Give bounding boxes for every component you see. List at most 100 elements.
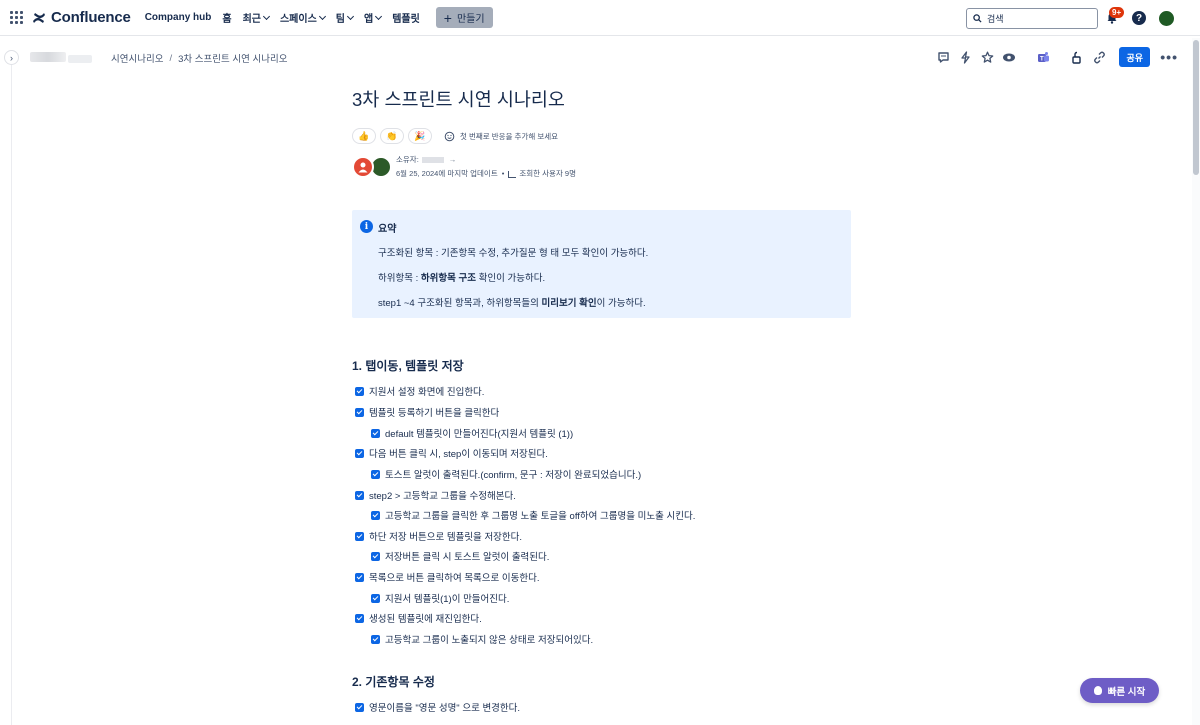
breadcrumb-item[interactable]: 시연시나리오 <box>111 51 163 65</box>
reaction-thumbs-up[interactable]: 👍 <box>352 128 376 144</box>
sidebar-expand-button[interactable]: › <box>4 50 19 65</box>
reaction-hint: 첫 번째로 반응을 추가해 보세요 <box>460 131 559 141</box>
page-metadata: 소유자: → 6월 25, 2024에 마지막 업데이트 • 조회한 사용자 9명 <box>396 153 576 181</box>
task-text: step2 > 고등학교 그룹을 수정해본다. <box>369 491 516 502</box>
breadcrumb-item[interactable]: 3차 스프린트 시연 시나리오 <box>178 51 287 65</box>
owner-name-redacted[interactable] <box>421 157 444 164</box>
app-switcher-icon[interactable] <box>10 10 24 25</box>
watch-icon[interactable] <box>1001 49 1017 65</box>
task-checkbox[interactable] <box>355 531 364 541</box>
task-text: 토스트 알럿이 출력된다.(confirm, 문구 : 저장이 완료되었습니다.… <box>385 470 642 481</box>
summary-line: step1 ~4 구조화된 항목과, 하위항목들의 미리보기 확인이 가능하다. <box>378 295 646 309</box>
task-checkbox[interactable] <box>371 593 380 603</box>
nav-label: 스페이스 <box>279 14 317 25</box>
teams-icon[interactable]: T <box>1035 49 1051 65</box>
page-content: 3차 스프린트 시연 시나리오 👍 👏 🎉 첫 번째로 반응을 추가해 보세요 … <box>352 86 852 318</box>
owner-label: 소유자: <box>396 155 419 164</box>
task-checkbox[interactable] <box>371 634 380 644</box>
task-item: 영문이름을 "영문 성명" 으로 변경한다. <box>355 700 520 714</box>
task-text: 생성된 템플릿에 재진입한다. <box>369 614 482 625</box>
search-input[interactable]: 검색 <box>966 8 1098 29</box>
quick-start-button[interactable]: 빠른 시작 <box>1080 678 1159 703</box>
lightbulb-icon <box>1093 686 1102 695</box>
task-text: 목록으로 버튼 클릭하여 목록으로 이동한다. <box>369 573 540 584</box>
nav-label: 최근 <box>242 14 261 25</box>
chevron-down-icon <box>375 12 383 20</box>
task-item: 다음 버튼 클릭 시, step이 이동되며 저장된다. <box>355 446 548 460</box>
reactions-bar: 👍 👏 🎉 첫 번째로 반응을 추가해 보세요 <box>352 128 852 144</box>
task-item: 지원서 설정 화면에 진입한다. <box>355 384 484 398</box>
help-icon[interactable]: ? <box>1132 11 1146 25</box>
task-checkbox[interactable] <box>355 572 364 582</box>
task-checkbox[interactable] <box>371 551 380 561</box>
summary-text: 하위항목 : <box>378 273 421 284</box>
more-actions-button[interactable]: ••• <box>1160 49 1178 65</box>
nav-label: 팀 <box>335 14 345 25</box>
nav-home[interactable]: 홈 <box>222 10 231 25</box>
task-checkbox[interactable] <box>371 469 380 479</box>
page-byline: 소유자: → 6월 25, 2024에 마지막 업데이트 • 조회한 사용자 9명 <box>352 154 852 180</box>
viewers-count[interactable]: 조회한 사용자 9명 <box>519 169 576 178</box>
task-checkbox[interactable] <box>355 490 364 500</box>
link-icon[interactable] <box>1091 49 1107 65</box>
confluence-logo[interactable]: Confluence <box>32 9 131 26</box>
task-item: 하단 저장 버튼으로 템플릿을 저장한다. <box>355 529 522 543</box>
nav-templates[interactable]: 템플릿 <box>392 10 420 25</box>
nav-teams[interactable]: 팀 <box>335 10 355 25</box>
chevron-down-icon <box>346 12 355 20</box>
clap-icon: 👏 <box>386 130 398 141</box>
star-icon[interactable] <box>979 49 995 65</box>
breadcrumb-separator: / <box>169 52 173 64</box>
restrictions-icon[interactable] <box>1069 49 1085 65</box>
share-button[interactable]: 공유 <box>1119 47 1151 67</box>
lightning-icon[interactable] <box>957 49 973 65</box>
nav-recent[interactable]: 최근 <box>242 10 271 25</box>
create-label: 만들기 <box>456 14 485 25</box>
task-checkbox[interactable] <box>371 510 380 520</box>
space-name-redacted <box>68 55 92 63</box>
nav-label: 홈 <box>222 14 232 25</box>
task-checkbox[interactable] <box>371 428 380 438</box>
reaction-clap[interactable]: 👏 <box>380 128 404 144</box>
nav-apps[interactable]: 앱 <box>363 10 383 25</box>
profile-avatar[interactable] <box>1159 11 1174 26</box>
create-button[interactable]: + 만들기 <box>435 7 493 28</box>
task-checkbox[interactable] <box>355 702 364 712</box>
owner-avatar[interactable] <box>352 156 374 178</box>
task-item: 지원서 템플릿(1)이 만들어진다. <box>371 591 509 605</box>
task-text: 하단 저장 버튼으로 템플릿을 저장한다. <box>369 532 523 543</box>
confluence-logo-icon <box>33 12 45 23</box>
plus-icon: + <box>443 9 452 26</box>
summary-line: 구조화된 항목 : 기존항목 수정, 추가질문 형 태 모두 확인이 가능하다. <box>378 245 648 259</box>
nav-company-hub[interactable]: Company hub <box>145 12 212 23</box>
analytics-icon <box>508 170 517 178</box>
summary-bold: 미리보기 확인 <box>541 298 597 309</box>
summary-text: 구조화된 항목 : 기존항목 수정, 추가질문 형 태 모두 확인이 가능하다. <box>378 248 649 259</box>
app-name: Confluence <box>51 9 131 26</box>
task-checkbox[interactable] <box>355 448 364 458</box>
nav-label: Company hub <box>144 12 212 23</box>
user-icon <box>358 162 368 173</box>
task-text: 지원서 설정 화면에 진입한다. <box>369 387 485 398</box>
add-reaction-button[interactable] <box>440 128 458 144</box>
separator-dot: • <box>501 169 505 178</box>
summary-text: step1 ~4 구조화된 항목과, 하위항목들의 <box>378 298 542 309</box>
reaction-party[interactable]: 🎉 <box>408 128 432 144</box>
section-heading: 2. 기존항목 수정 <box>352 675 435 689</box>
task-checkbox[interactable] <box>355 613 364 623</box>
nav-spaces[interactable]: 스페이스 <box>279 10 326 25</box>
breadcrumb: 시연시나리오 / 3차 스프린트 시연 시나리오 <box>111 51 287 66</box>
nav-label: 앱 <box>363 14 374 25</box>
task-text: 지원서 템플릿(1)이 만들어진다. <box>385 594 510 605</box>
search-placeholder: 검색 <box>987 14 1004 24</box>
task-item: 생성된 템플릿에 재진입한다. <box>355 611 482 625</box>
comment-icon[interactable] <box>935 49 951 65</box>
task-checkbox[interactable] <box>355 386 364 396</box>
task-checkbox[interactable] <box>355 407 364 417</box>
task-item: 고등학교 그룹을 클릭한 후 그룹명 노출 토글을 off하여 그룹명을 미노출… <box>371 508 695 522</box>
last-updated: 6월 25, 2024에 마지막 업데이트 <box>396 169 498 178</box>
space-name-redacted[interactable] <box>30 52 66 62</box>
task-item: 템플릿 등록하기 버튼을 클릭한다 <box>355 405 499 419</box>
scrollbar-thumb[interactable] <box>1193 40 1199 175</box>
task-item: 저장버튼 클릭 시 토스트 알럿이 출력된다. <box>371 549 549 563</box>
